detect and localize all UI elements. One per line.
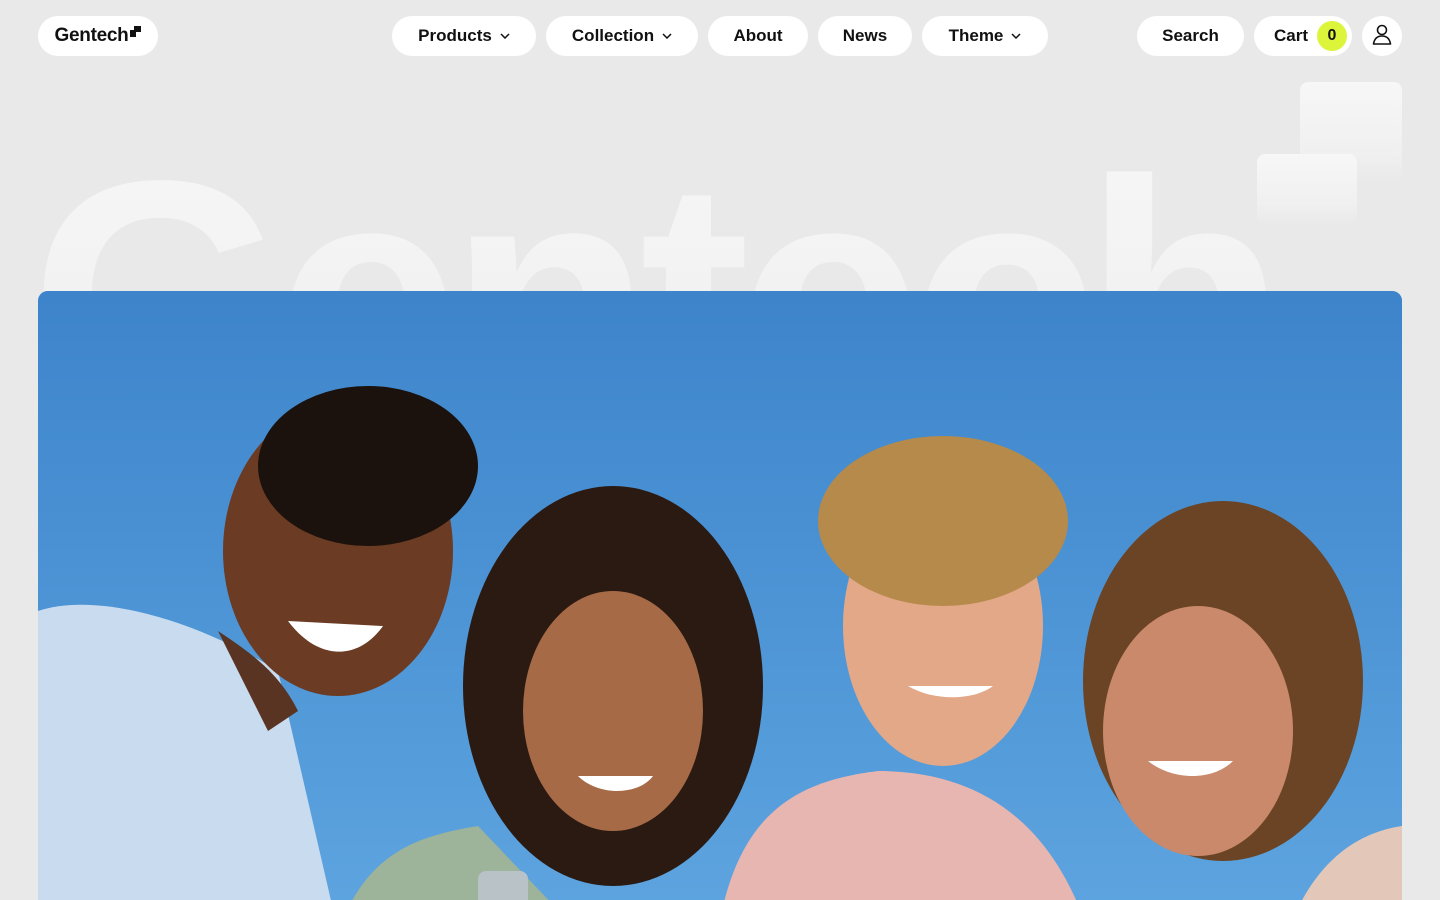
logo-text: Gentech <box>54 25 129 46</box>
nav-news-label: News <box>842 26 888 45</box>
chevron-down-icon <box>500 33 510 39</box>
hero-image <box>38 291 1402 900</box>
logo-mark-icon <box>130 25 142 37</box>
chevron-down-icon <box>662 33 672 39</box>
wordmark-square-icon <box>1257 82 1402 225</box>
nav-about-label: About <box>733 26 783 45</box>
logo-link[interactable]: Gentech <box>38 16 158 56</box>
account-button[interactable] <box>1362 16 1402 56</box>
hero-wordmark-text: Gentech <box>38 112 1274 291</box>
user-icon <box>1371 23 1393 50</box>
hero-wordmark: Gentech <box>38 82 1402 291</box>
nav-products-label: Products <box>418 26 492 45</box>
nav-collection-label: Collection <box>571 26 655 45</box>
chevron-down-icon <box>1011 33 1021 39</box>
nav-theme-label: Theme <box>948 26 1004 45</box>
search-button[interactable]: Search <box>1137 16 1244 56</box>
search-label: Search <box>1162 26 1219 45</box>
cart-label: Cart <box>1274 26 1309 45</box>
nav-about[interactable]: About <box>708 16 808 56</box>
nav-collection[interactable]: Collection <box>546 16 698 56</box>
cart-button[interactable]: Cart 0 <box>1254 16 1352 56</box>
nav-theme[interactable]: Theme <box>922 16 1048 56</box>
cart-count-badge: 0 <box>1317 21 1347 51</box>
nav-products[interactable]: Products <box>392 16 536 56</box>
nav-news[interactable]: News <box>818 16 912 56</box>
